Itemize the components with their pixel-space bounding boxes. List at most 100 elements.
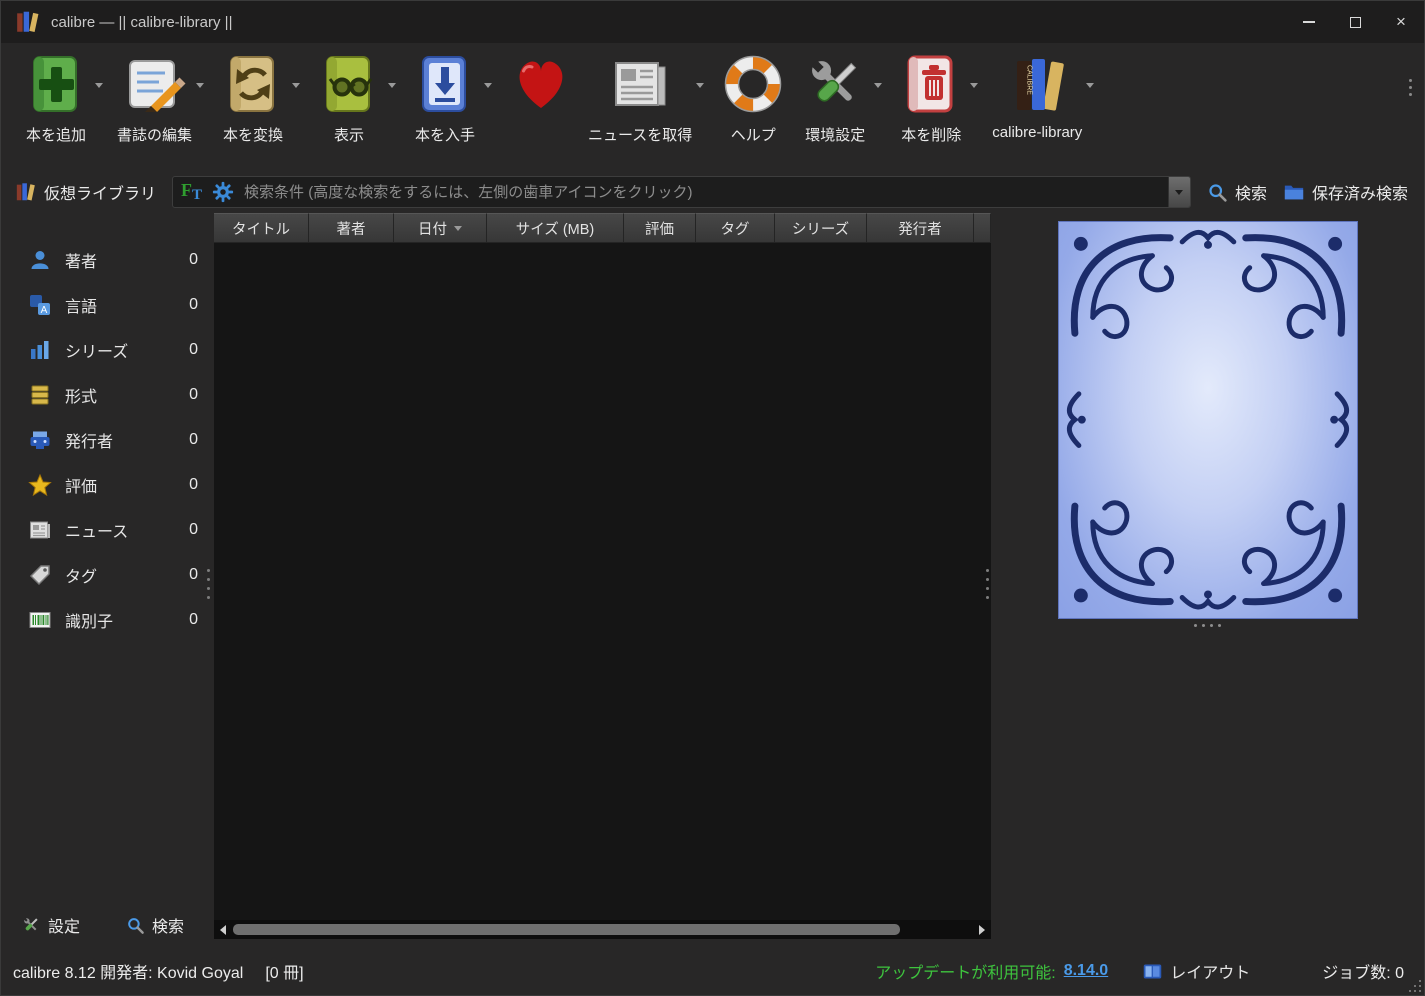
chevron-down-icon — [1175, 190, 1183, 195]
toolbar-item-remove-books[interactable]: 本を削除 — [892, 51, 970, 145]
toolbar-item-edit-metadata[interactable]: 書誌の編集 — [113, 51, 196, 145]
update-version-link[interactable]: 8.14.0 — [1064, 962, 1108, 980]
toolbar-item-convert-books[interactable]: 本を変換 — [214, 51, 292, 145]
column-header-series[interactable]: シリーズ — [775, 213, 867, 243]
toolbar-label: 本を追加 — [26, 124, 86, 145]
main-toolbar: 本を追加 書誌の編集 — [1, 43, 1424, 175]
library-spine-text: CALIBRE — [1026, 65, 1033, 95]
search-options-button[interactable] — [212, 181, 234, 203]
sidebar-item-label: シリーズ — [65, 338, 128, 362]
virtual-library-button[interactable]: 仮想ライブラリ — [15, 180, 156, 204]
convert-books-icon — [220, 51, 286, 117]
search-button[interactable]: 検索 — [1207, 180, 1267, 204]
view-book-icon — [316, 51, 382, 117]
toolbar-item-get-books[interactable]: 本を入手 — [406, 51, 484, 145]
svg-text:A: A — [41, 305, 48, 316]
sidebar-item-languages[interactable]: A 言語 0 — [1, 282, 214, 327]
cover-panel-splitter[interactable] — [982, 565, 993, 603]
calibre-window: calibre — || calibre-library || × 本を追加 — [0, 0, 1425, 996]
chevron-down-icon[interactable] — [874, 83, 882, 88]
virtual-library-label: 仮想ライブラリ — [44, 180, 156, 204]
sidebar-item-news[interactable]: ニュース 0 — [1, 507, 214, 552]
close-button[interactable]: × — [1378, 1, 1424, 43]
chevron-down-icon[interactable] — [388, 83, 396, 88]
tag-browser-splitter[interactable] — [203, 565, 214, 603]
scroll-right-button[interactable] — [973, 920, 991, 939]
maximize-button[interactable] — [1332, 1, 1378, 43]
saved-search-button[interactable]: 保存済み検索 — [1283, 180, 1408, 204]
sidebar-item-identifiers[interactable]: 識別子 0 — [1, 597, 214, 642]
arrow-right-icon — [979, 925, 985, 935]
column-header-date[interactable]: 日付 — [394, 213, 487, 243]
resize-grip[interactable] — [1407, 978, 1421, 992]
sort-indicator-icon — [454, 226, 462, 231]
toolbar-item-donate[interactable] — [502, 51, 580, 124]
chevron-down-icon[interactable] — [484, 83, 492, 88]
column-header-title[interactable]: タイトル — [214, 213, 309, 243]
minimize-button[interactable] — [1286, 1, 1332, 43]
horizontal-scrollbar[interactable] — [214, 920, 991, 939]
saved-search-folder-icon — [1283, 181, 1305, 203]
toolbar-overflow-button[interactable] — [1409, 79, 1416, 96]
scrollbar-track[interactable] — [232, 920, 973, 939]
scroll-left-button[interactable] — [214, 920, 232, 939]
sidebar-item-formats[interactable]: 形式 0 — [1, 372, 214, 417]
languages-icon: A — [27, 293, 53, 317]
fulltext-search-icon[interactable]: FT — [181, 180, 202, 204]
toolbar-item-help[interactable]: ヘルプ — [714, 51, 792, 145]
sidebar-item-label: 評価 — [65, 473, 97, 497]
chevron-down-icon[interactable] — [292, 83, 300, 88]
search-bar: 仮想ライブラリ FT — [1, 175, 1424, 213]
gear-icon — [212, 181, 234, 203]
search-history-dropdown[interactable] — [1168, 177, 1190, 207]
add-books-icon — [23, 51, 89, 117]
chevron-down-icon[interactable] — [1086, 83, 1094, 88]
chevron-down-icon[interactable] — [970, 83, 978, 88]
sidebar-item-label: 形式 — [65, 383, 97, 407]
toolbar-item-preferences[interactable]: 環境設定 — [796, 51, 874, 145]
column-header-authors[interactable]: 著者 — [309, 213, 394, 243]
sidebar-item-series[interactable]: シリーズ 0 — [1, 327, 214, 372]
column-header-publisher[interactable]: 発行者 — [867, 213, 974, 243]
scrollbar-thumb[interactable] — [233, 924, 900, 935]
column-header-size[interactable]: サイズ (MB) — [487, 213, 624, 243]
cover-splitter-handle[interactable] — [1194, 624, 1221, 627]
barcode-icon — [27, 608, 53, 632]
sidebar-item-label: ニュース — [65, 518, 128, 542]
sidebar-item-authors[interactable]: 著者 0 — [1, 237, 214, 282]
chevron-down-icon[interactable] — [696, 83, 704, 88]
layout-button[interactable]: レイアウト — [1142, 959, 1250, 983]
item-count: 0 — [189, 386, 198, 404]
saved-search-label: 保存済み検索 — [1312, 180, 1408, 204]
toolbar-item-add-books[interactable]: 本を追加 — [17, 51, 95, 145]
tag-browser: 著者 0 A 言語 0 シリーズ 0 — [1, 213, 214, 947]
column-header-tags[interactable]: タグ — [696, 213, 775, 243]
tag-browser-settings-button[interactable]: 設定 — [21, 913, 80, 937]
toolbar-item-view[interactable]: 表示 — [310, 51, 388, 145]
settings-label: 設定 — [48, 913, 80, 937]
sidebar-item-ratings[interactable]: 評価 0 — [1, 462, 214, 507]
sidebar-item-publishers[interactable]: 発行者 0 — [1, 417, 214, 462]
calibre-logo-icon — [15, 9, 41, 35]
chevron-down-icon[interactable] — [95, 83, 103, 88]
titlebar: calibre — || calibre-library || × — [1, 1, 1424, 43]
jobs-counter[interactable]: ジョブ数: 0 — [1322, 959, 1404, 983]
toolbar-item-fetch-news[interactable]: ニュースを取得 — [584, 51, 696, 145]
sidebar-item-label: タグ — [65, 563, 97, 587]
search-label: 検索 — [152, 913, 184, 937]
book-list: タイトル 著者 日付 サイズ (MB) 評価 タグ シリーズ 発行者 — [214, 213, 991, 947]
tag-icon — [27, 563, 53, 587]
sidebar-item-label: 識別子 — [65, 608, 113, 632]
tools-icon — [21, 915, 41, 935]
search-input[interactable] — [244, 177, 1168, 207]
maximize-icon — [1350, 17, 1361, 28]
sidebar-item-tags[interactable]: タグ 0 — [1, 552, 214, 597]
toolbar-item-library[interactable]: CALIBRE calibre-library — [988, 51, 1086, 141]
library-books-icon: CALIBRE — [1004, 51, 1070, 117]
chevron-down-icon[interactable] — [196, 83, 204, 88]
book-count: [0 冊] — [265, 959, 303, 983]
tag-browser-search-button[interactable]: 検索 — [126, 913, 184, 937]
column-header-rating[interactable]: 評価 — [624, 213, 696, 243]
book-list-empty-area[interactable] — [214, 243, 991, 920]
toolbar-label: 本を入手 — [415, 124, 475, 145]
